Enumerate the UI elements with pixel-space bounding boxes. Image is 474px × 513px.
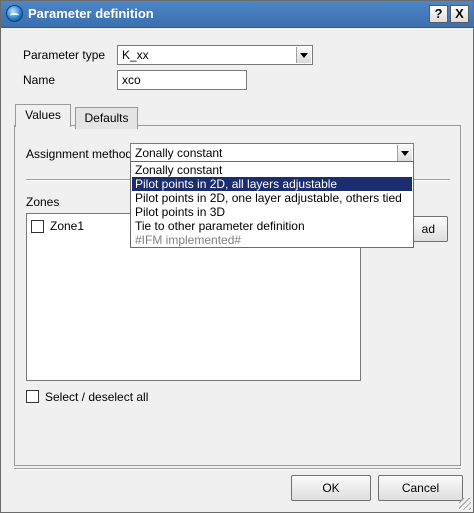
assignment-method-value: Zonally constant [135, 146, 223, 160]
zone-checkbox[interactable] [31, 220, 44, 233]
parameter-definition-dialog: Parameter definition ? X Parameter type … [0, 0, 474, 513]
assignment-method-label: Assignment method [26, 147, 133, 161]
app-icon [6, 5, 23, 22]
chevron-down-icon[interactable] [397, 145, 412, 161]
parameter-type-label: Parameter type [23, 48, 106, 62]
parameter-type-select[interactable]: K_xx [117, 45, 313, 65]
tab-defaults[interactable]: Defaults [75, 107, 138, 129]
select-all-checkbox[interactable] [26, 390, 39, 403]
zone-label: Zone1 [50, 219, 85, 233]
name-input[interactable]: xco [117, 70, 247, 90]
title-bar[interactable]: Parameter definition ? X [1, 1, 473, 28]
chevron-down-icon[interactable] [296, 47, 311, 63]
resize-grip[interactable] [459, 498, 471, 510]
option-pilot-points-3d[interactable]: Pilot points in 3D [132, 205, 412, 219]
option-pilot-points-2d-one-layer[interactable]: Pilot points in 2D, one layer adjustable… [132, 191, 412, 205]
assignment-method-dropdown[interactable]: Zonally constant Pilot points in 2D, all… [130, 161, 414, 248]
tab-values[interactable]: Values [15, 104, 71, 127]
option-ifm-implemented: #IFM implemented# [135, 233, 242, 247]
cancel-button[interactable]: Cancel [378, 475, 463, 501]
help-button[interactable]: ? [429, 5, 448, 23]
zones-label: Zones [26, 195, 60, 209]
ok-button[interactable]: OK [291, 475, 371, 501]
select-all-label: Select / deselect all [45, 390, 149, 404]
option-tie-to-other-parameter[interactable]: Tie to other parameter definition [132, 219, 412, 233]
footer-divider [14, 468, 461, 470]
name-label: Name [23, 73, 56, 87]
option-pilot-points-2d-all-layers[interactable]: Pilot points in 2D, all layers adjustabl… [132, 177, 412, 191]
window-title: Parameter definition [28, 6, 154, 21]
assignment-method-select[interactable]: Zonally constant [130, 143, 414, 163]
option-zonally-constant[interactable]: Zonally constant [132, 163, 412, 177]
close-button[interactable]: X [450, 5, 469, 23]
parameter-type-value: K_xx [122, 48, 149, 62]
